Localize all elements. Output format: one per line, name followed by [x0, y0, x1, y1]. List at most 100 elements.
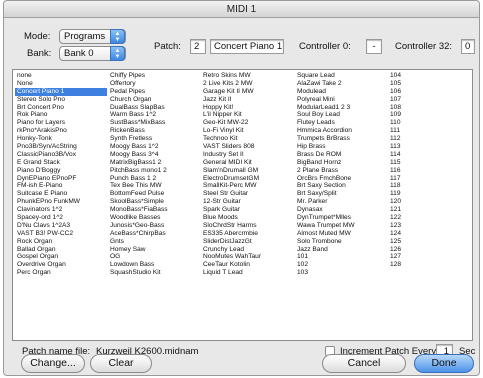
- patch-list-item[interactable]: 111: [388, 127, 428, 135]
- patch-list-item[interactable]: Church Organ: [108, 96, 200, 104]
- patch-list-item[interactable]: Almost Muted MW: [295, 230, 387, 238]
- patch-list-item[interactable]: Soul Boy Lead: [295, 111, 387, 119]
- controller32-field[interactable]: 0: [461, 39, 475, 54]
- patch-list-item[interactable]: Modulead: [295, 88, 387, 96]
- patch-list-item[interactable]: SloChrdStr Harms: [201, 222, 293, 230]
- patch-list-item[interactable]: 122: [388, 214, 428, 222]
- patch-list-item[interactable]: Suitcase E Piano: [15, 190, 107, 198]
- patch-list-item[interactable]: 126: [388, 246, 428, 254]
- patch-list-item[interactable]: FM-ish E-Piano: [15, 182, 107, 190]
- patch-list-item[interactable]: AceBass*ChirpBas: [108, 230, 200, 238]
- patch-list-item[interactable]: Gospel Organ: [15, 253, 107, 261]
- patch-list-item[interactable]: 117: [388, 175, 428, 183]
- patch-list-item[interactable]: 106: [388, 88, 428, 96]
- patch-list-item[interactable]: OG: [108, 253, 200, 261]
- patch-list-item[interactable]: Blue Moods: [201, 214, 293, 222]
- patch-list-item[interactable]: ClassicPiano3B/Vox: [15, 151, 107, 159]
- patch-list-item[interactable]: rkPno*ArakisPno: [15, 127, 107, 135]
- patch-list-item[interactable]: Moogy Bass 1^2: [108, 143, 200, 151]
- patch-list-item[interactable]: Tex Bee This MW: [108, 182, 200, 190]
- patch-list-item[interactable]: ModularLead1 2 3: [295, 104, 387, 112]
- patch-list-item[interactable]: D'Nu Clavs 1^2A3: [15, 222, 107, 230]
- patch-list-item[interactable]: Mr. Parker: [295, 198, 387, 206]
- patch-list-item[interactable]: Overdrive Organ: [15, 261, 107, 269]
- patch-list-item[interactable]: DualBass SlapBas: [108, 104, 200, 112]
- patch-list-item[interactable]: BottomFeed Pulse: [108, 190, 200, 198]
- patch-list-item[interactable]: SustBass*MixBass: [108, 119, 200, 127]
- mode-select[interactable]: Programs ▲ ▼: [59, 29, 126, 44]
- patch-list-item[interactable]: Pedal Pipes: [108, 88, 200, 96]
- patch-list-item[interactable]: General MIDI Kit: [201, 159, 293, 167]
- patch-list-item[interactable]: DynTrumpet*Mlles: [295, 214, 387, 222]
- patch-number-field[interactable]: 2: [190, 39, 206, 54]
- patch-list-item[interactable]: BigBand Hornz: [295, 159, 387, 167]
- patch-list-item[interactable]: 110: [388, 119, 428, 127]
- patch-list-item[interactable]: none: [15, 72, 107, 80]
- patch-list-item[interactable]: Brt Saxy Section: [295, 182, 387, 190]
- patch-list-item[interactable]: 124: [388, 230, 428, 238]
- patch-list-item[interactable]: Ballad Organ: [15, 246, 107, 254]
- patch-list-item[interactable]: Flutey Leads: [295, 119, 387, 127]
- patch-list-item[interactable]: SliderDistJazzGt: [201, 238, 293, 246]
- patch-list-item[interactable]: 2 Live Kits 2 MW: [201, 80, 293, 88]
- patch-list-item[interactable]: 121: [388, 206, 428, 214]
- patch-list-item[interactable]: Gnts: [108, 238, 200, 246]
- patch-list-item[interactable]: Trumpets BrBrass: [295, 135, 387, 143]
- patch-list-item[interactable]: 116: [388, 167, 428, 175]
- patch-list-item[interactable]: Rock Organ: [15, 238, 107, 246]
- patch-list-item[interactable]: PhunkEPno FunkMW: [15, 198, 107, 206]
- patch-list-item[interactable]: OrcBrs FmchBone: [295, 175, 387, 183]
- patch-list-item[interactable]: NooMutes WahTaur: [201, 253, 293, 261]
- patch-list-item[interactable]: Industry Set II: [201, 151, 293, 159]
- patch-name-field[interactable]: Concert Piano 1: [210, 39, 284, 54]
- patch-list-item[interactable]: Jazz Kit II: [201, 96, 293, 104]
- done-button[interactable]: Done: [414, 354, 474, 373]
- patch-list-item[interactable]: ES335 Abercrmbie: [201, 230, 293, 238]
- patch-list-item[interactable]: Piano D'Boggy: [15, 167, 107, 175]
- patch-list-item[interactable]: Brt Saxy/Split: [295, 190, 387, 198]
- patch-list-item[interactable]: 119: [388, 190, 428, 198]
- patch-list-item[interactable]: Polyreal Mini: [295, 96, 387, 104]
- patch-list-item[interactable]: Woodlike Basses: [108, 214, 200, 222]
- patch-list-item[interactable]: Chiffy Pipes: [108, 72, 200, 80]
- patch-list-item[interactable]: 101: [295, 253, 387, 261]
- patch-list-item[interactable]: Square Lead: [295, 72, 387, 80]
- patch-list-item[interactable]: Lowdown Bass: [108, 261, 200, 269]
- patch-list-item[interactable]: Lo-Fi Vinyl Kit: [201, 127, 293, 135]
- patch-list-item[interactable]: 107: [388, 96, 428, 104]
- patch-list-item[interactable]: Perc Organ: [15, 269, 107, 277]
- patch-list-item[interactable]: CeeTaur Kotolin: [201, 261, 293, 269]
- patch-list-item[interactable]: Technoo Kit: [201, 135, 293, 143]
- patch-list-item[interactable]: Liquid T Lead: [201, 269, 293, 277]
- patch-list-item[interactable]: Offertory: [108, 80, 200, 88]
- patch-list-item[interactable]: Hmmica Accordion: [295, 127, 387, 135]
- patch-list-item[interactable]: Crunchy Lead: [201, 246, 293, 254]
- patch-list-item[interactable]: 114: [388, 151, 428, 159]
- patch-list-item[interactable]: MatrixBigBass1 2: [108, 159, 200, 167]
- patch-list-item[interactable]: SquashStudio Kit: [108, 269, 200, 277]
- patch-list-item[interactable]: Spacey-ord 1^2: [15, 214, 107, 222]
- patch-list-item[interactable]: 103: [295, 269, 387, 277]
- patch-list-item[interactable]: Garage Kit II MW: [201, 88, 293, 96]
- patch-list[interactable]: none None Concert Piano 1 Stereo Solo Pno Br…: [12, 69, 473, 341]
- patch-list-item[interactable]: Steel Str Guitar: [201, 190, 293, 198]
- patch-list-item[interactable]: Clavinators 1^2: [15, 206, 107, 214]
- patch-list-item[interactable]: Pno3B/Syn/AcString: [15, 143, 107, 151]
- patch-list-item[interactable]: 115: [388, 159, 428, 167]
- patch-list-item[interactable]: 127: [388, 253, 428, 261]
- patch-list-item[interactable]: Warm Bass 1^2: [108, 111, 200, 119]
- controller0-field[interactable]: -: [366, 39, 382, 54]
- patch-list-item[interactable]: AlaZawi Take 2: [295, 80, 387, 88]
- bank-select[interactable]: Bank 0 ▲ ▼: [59, 46, 126, 61]
- patch-list-item[interactable]: 118: [388, 182, 428, 190]
- patch-list-item[interactable]: MonoBass*FiaBass: [108, 206, 200, 214]
- patch-list-item[interactable]: Homey Saw: [108, 246, 200, 254]
- patch-list-item[interactable]: 125: [388, 238, 428, 246]
- patch-list-item[interactable]: Slam'nDrumall GM: [201, 167, 293, 175]
- patch-list-item[interactable]: Junosis*Geo-Bass: [108, 222, 200, 230]
- patch-list-item[interactable]: 102: [295, 261, 387, 269]
- patch-list-item[interactable]: Moogy Bass 3^4: [108, 151, 200, 159]
- patch-list-item[interactable]: VAST Sliders 808: [201, 143, 293, 151]
- patch-list-item[interactable]: SkoolBass*Simple: [108, 198, 200, 206]
- patch-list-item[interactable]: 112: [388, 135, 428, 143]
